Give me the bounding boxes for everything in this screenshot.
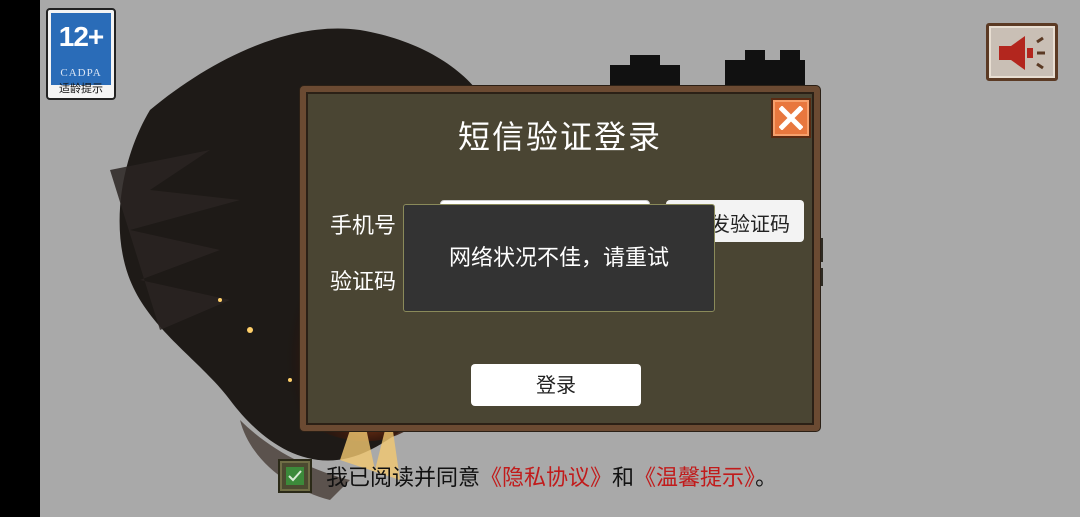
close-icon — [779, 106, 803, 130]
speaker-icon — [999, 36, 1045, 70]
agreement-row: 我已阅读并同意《隐私协议》和《温馨提示》。 — [278, 456, 777, 496]
check-icon — [288, 470, 302, 482]
age-rating-badge[interactable]: 12+ CADPA 适龄提示 — [46, 8, 116, 100]
agreement-text: 我已阅读并同意《隐私协议》和《温馨提示》。 — [326, 460, 777, 492]
login-button[interactable]: 登录 — [471, 364, 641, 406]
agreement-suffix: 。 — [755, 466, 778, 491]
code-label: 验证码 — [330, 270, 397, 295]
phone-label: 手机号 — [330, 214, 397, 239]
network-error-toast: 网络状况不佳，请重试 — [403, 204, 715, 312]
age-rating-org: CADPA — [60, 67, 102, 79]
warm-tips-link[interactable]: 《温馨提示》 — [634, 466, 755, 491]
privacy-policy-link[interactable]: 《隐私协议》 — [480, 466, 612, 491]
close-button[interactable] — [771, 98, 811, 138]
agreement-and: 和 — [612, 466, 635, 491]
age-rating-number: 12+ — [58, 21, 105, 52]
age-rating-tip: 适龄提示 — [59, 82, 103, 95]
announcement-button[interactable] — [986, 23, 1058, 81]
agreement-checkbox[interactable] — [278, 459, 312, 493]
agreement-prefix: 我已阅读并同意 — [326, 466, 481, 491]
dialog-title: 短信验证登录 — [457, 118, 662, 156]
checkbox-fill — [286, 467, 304, 485]
age-rating-panel: 12+ CADPA — [51, 13, 111, 85]
